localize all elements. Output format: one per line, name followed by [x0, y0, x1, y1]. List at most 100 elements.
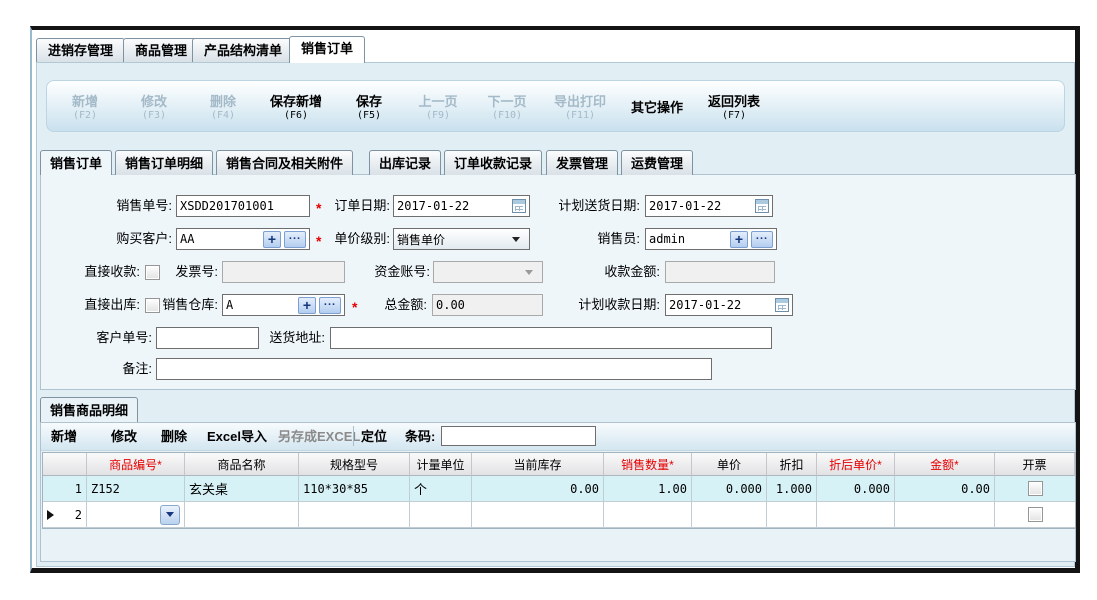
delete-button[interactable]: 删除 (F4) [201, 91, 245, 121]
price-cell[interactable]: 0.000 [692, 476, 767, 502]
column-header-current-stock[interactable]: 当前库存 [472, 453, 604, 476]
table-row[interactable]: 1 Z152 玄关桌 110*30*85 个 0.00 1.00 0.000 1… [43, 476, 1075, 502]
stock-cell[interactable] [472, 502, 604, 528]
column-header-amount[interactable]: 金额* [895, 453, 995, 476]
sales-no-input[interactable]: XSDD201701001 [176, 195, 310, 217]
other-operations-button[interactable]: 其它操作 [631, 97, 683, 116]
column-header-rowno[interactable] [43, 453, 87, 476]
plan-receipt-date-input[interactable]: 2017-01-22 [665, 294, 793, 316]
tab-order-receipt-records[interactable]: 订单收款记录 [444, 150, 542, 175]
grid-delete-button[interactable]: 删除 [161, 423, 187, 450]
tab-outbound-records[interactable]: 出库记录 [369, 150, 441, 175]
delivery-address-input[interactable] [330, 327, 772, 349]
locate-button[interactable]: 定位 [361, 423, 387, 450]
tab-sales-product-detail[interactable]: 销售商品明细 [40, 397, 138, 422]
excel-import-button[interactable]: Excel导入 [207, 423, 267, 450]
lookup-warehouse-button[interactable] [319, 297, 341, 314]
product-code-cell[interactable] [87, 502, 185, 528]
tab-product-structure-list[interactable]: 产品结构清单 [192, 38, 294, 62]
tab-sales-order-detail[interactable]: 销售订单明细 [115, 150, 213, 175]
warehouse-required-mark: * [352, 295, 357, 317]
customer-required-mark: * [316, 229, 321, 251]
amount-cell[interactable] [895, 502, 995, 528]
column-header-sales-qty[interactable]: 销售数量* [604, 453, 692, 476]
column-header-invoiced[interactable]: 开票 [995, 453, 1075, 476]
save-as-excel-button[interactable]: 另存成EXCEL [278, 423, 360, 450]
add-customer-button[interactable] [263, 231, 281, 248]
amount-cell[interactable]: 0.00 [895, 476, 995, 502]
spec-cell[interactable] [299, 502, 410, 528]
add-warehouse-button[interactable] [298, 297, 316, 314]
product-code-dropdown-button[interactable] [160, 505, 180, 525]
previous-page-button[interactable]: 上一页 (F9) [416, 91, 460, 121]
tab-sales-order-form[interactable]: 销售订单 [40, 150, 112, 175]
fund-account-select [433, 261, 543, 283]
next-page-button[interactable]: 下一页 (F10) [485, 91, 529, 121]
tab-inventory-management[interactable]: 进销存管理 [36, 38, 125, 62]
save-button[interactable]: 保存 (F5) [347, 91, 391, 121]
receipt-amount-label: 收款金额: [595, 261, 660, 283]
save-and-new-button[interactable]: 保存新增 (F6) [270, 91, 322, 121]
direct-outbound-label: 直接出库: [70, 294, 140, 316]
product-code-cell[interactable]: Z152 [87, 476, 185, 502]
invoice-checkbox[interactable] [1028, 507, 1043, 522]
product-name-cell[interactable] [185, 502, 299, 528]
grid-add-button[interactable]: 新增 [51, 423, 77, 450]
discount-cell[interactable] [767, 502, 817, 528]
price-cell[interactable] [692, 502, 767, 528]
column-header-product-code[interactable]: 商品编号* [87, 453, 185, 476]
export-print-button[interactable]: 导出打印 (F11) [554, 91, 606, 121]
invoice-no-label: 发票号: [160, 261, 218, 283]
delivery-address-label: 送货地址: [260, 327, 325, 349]
toolbar-separator [353, 426, 354, 446]
calendar-icon[interactable] [775, 298, 789, 312]
remark-label: 备注: [100, 358, 152, 380]
tab-product-management[interactable]: 商品管理 [123, 38, 199, 62]
chevron-down-icon [512, 237, 520, 242]
tab-sales-contract-attachments[interactable]: 销售合同及相关附件 [216, 150, 353, 175]
salesman-input[interactable]: admin [645, 228, 777, 250]
column-header-unit[interactable]: 计量单位 [410, 453, 472, 476]
grid-header-row: 商品编号* 商品名称 规格型号 计量单位 当前库存 销售数量* 单价 折扣 折后… [43, 453, 1075, 476]
warehouse-input[interactable]: A [222, 294, 345, 316]
barcode-input[interactable] [441, 426, 596, 446]
price-level-select[interactable]: 销售单价 [393, 228, 530, 250]
total-amount-label: 总金额: [377, 294, 427, 316]
column-header-spec[interactable]: 规格型号 [299, 453, 410, 476]
grid-edit-button[interactable]: 修改 [111, 423, 137, 450]
tab-freight-management[interactable]: 运费管理 [621, 150, 693, 175]
tab-sales-order[interactable]: 销售订单 [289, 36, 365, 63]
column-header-discount[interactable]: 折扣 [767, 453, 817, 476]
invoice-checkbox[interactable] [1028, 481, 1043, 496]
spec-cell[interactable]: 110*30*85 [299, 476, 410, 502]
unit-cell[interactable] [410, 502, 472, 528]
customer-input[interactable]: AA [176, 228, 310, 250]
lookup-salesman-button[interactable] [751, 231, 773, 248]
unit-cell[interactable]: 个 [410, 476, 472, 502]
product-grid: 商品编号* 商品名称 规格型号 计量单位 当前库存 销售数量* 单价 折扣 折后… [42, 452, 1076, 529]
lookup-customer-button[interactable] [284, 231, 306, 248]
modify-button[interactable]: 修改 (F3) [132, 91, 176, 121]
column-header-product-name[interactable]: 商品名称 [185, 453, 299, 476]
column-header-discounted-price[interactable]: 折后单价* [817, 453, 895, 476]
tab-invoice-management[interactable]: 发票管理 [546, 150, 618, 175]
add-salesman-button[interactable] [730, 231, 748, 248]
new-button[interactable]: 新增 (F2) [63, 91, 107, 121]
stock-cell[interactable]: 0.00 [472, 476, 604, 502]
order-date-input[interactable]: 2017-01-22 [393, 195, 530, 217]
plan-delivery-date-input[interactable]: 2017-01-22 [645, 195, 773, 217]
table-row[interactable]: 2 [43, 502, 1075, 528]
discounted-price-cell[interactable] [817, 502, 895, 528]
return-to-list-button[interactable]: 返回列表 (F7) [708, 91, 760, 121]
discount-cell[interactable]: 1.000 [767, 476, 817, 502]
calendar-icon[interactable] [755, 199, 769, 213]
qty-cell[interactable] [604, 502, 692, 528]
product-name-cell[interactable]: 玄关桌 [185, 476, 299, 502]
direct-receipt-checkbox[interactable] [145, 265, 160, 280]
customer-order-no-input[interactable] [156, 327, 259, 349]
calendar-icon[interactable] [512, 199, 526, 213]
discounted-price-cell[interactable]: 0.000 [817, 476, 895, 502]
column-header-unit-price[interactable]: 单价 [692, 453, 767, 476]
qty-cell[interactable]: 1.00 [604, 476, 692, 502]
remark-input[interactable] [156, 358, 712, 380]
